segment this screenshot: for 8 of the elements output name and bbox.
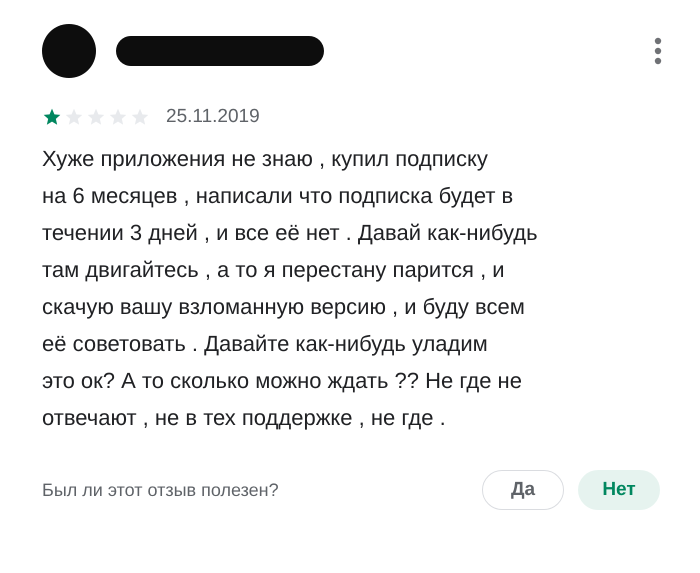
review-text: Хуже приложения не знаю , купил подписку на 6 месяцев , написали что подписка будет в течении 3 дней , и все её нет . Давай как-нибудь там двигайтесь , а то я перестану парится , и скачую вашу взломанную версию , и буду всем её советовать . Давайте как-нибудь уладим это ок? А то сколько можно ждать ?? Не где не отвечают , не в тех поддержке , не где . — [42, 145, 539, 432]
star-icon — [42, 107, 62, 127]
vote-button[interactable]: Нет — [578, 470, 660, 510]
more-options-icon[interactable] — [653, 37, 663, 65]
vote-button[interactable]: Да — [482, 470, 564, 510]
helpful-question: Был ли этот отзыв полезен? — [42, 480, 279, 500]
review-date: 25.11.2019 — [166, 106, 260, 128]
avatar — [42, 24, 96, 78]
